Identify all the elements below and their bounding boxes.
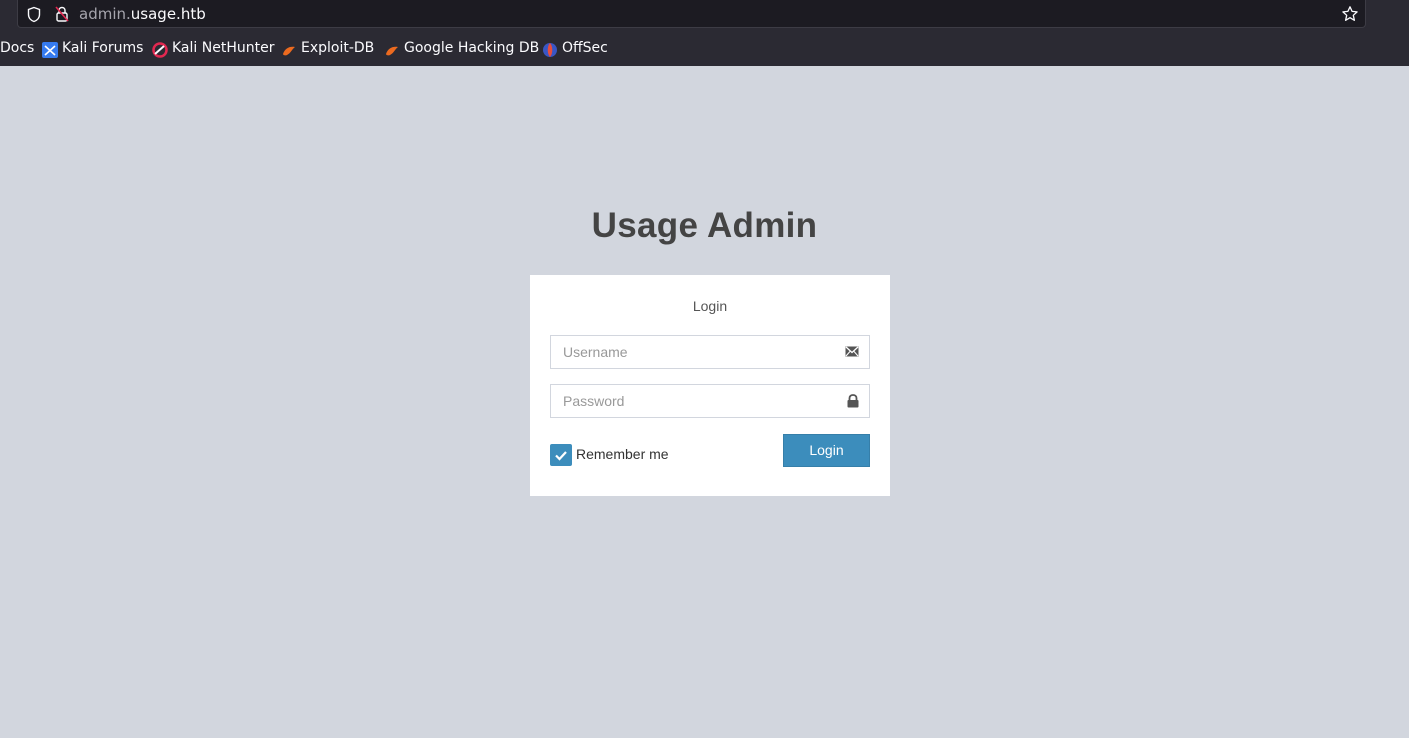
kali-forums-icon	[42, 42, 58, 58]
password-field[interactable]	[550, 384, 870, 418]
checkmark-icon	[555, 451, 567, 461]
bookmark-exploit-db[interactable]: Exploit-DB	[301, 40, 374, 56]
exploit-db-icon	[281, 42, 296, 57]
page-title: Usage Admin	[591, 206, 818, 245]
bookmarks-toolbar: Docs Kali Forums Kali NetHunter Exploit-…	[0, 37, 1409, 61]
url-domain: usage.htb	[130, 5, 206, 23]
bookmark-docs[interactable]: Docs	[0, 40, 34, 56]
password-input[interactable]	[563, 386, 833, 416]
remember-me-label[interactable]: Remember me	[576, 446, 669, 462]
bookmark-google-hacking-db[interactable]: Google Hacking DB	[404, 40, 539, 56]
lock-icon	[847, 394, 859, 413]
login-box: Login Username Remember me Login	[530, 275, 890, 496]
bookmark-star-icon[interactable]	[1341, 5, 1359, 28]
url-subdomain: admin.	[79, 5, 131, 23]
tracking-protection-shield-icon[interactable]	[26, 6, 42, 28]
address-bar[interactable]: admin.usage.htb	[17, 0, 1366, 28]
envelope-icon	[845, 345, 859, 363]
login-box-message: Login	[692, 298, 728, 314]
username-field[interactable]	[550, 335, 870, 369]
bookmark-kali-forums[interactable]: Kali Forums	[62, 40, 143, 56]
page-content: Usage Admin Login Username Remember me L…	[0, 66, 1409, 738]
google-hacking-db-icon	[384, 42, 399, 57]
kali-nethunter-icon	[152, 42, 168, 58]
bookmark-kali-nethunter[interactable]: Kali NetHunter	[172, 40, 274, 56]
login-button[interactable]: Login	[783, 434, 870, 467]
remember-me-checkbox[interactable]	[550, 444, 572, 466]
offsec-icon	[542, 42, 557, 57]
url-text[interactable]: admin.usage.htb	[79, 5, 206, 23]
username-input[interactable]	[563, 337, 833, 367]
insecure-lock-icon[interactable]	[54, 5, 70, 28]
bookmark-offsec[interactable]: OffSec	[562, 40, 608, 56]
browser-toolbar: admin.usage.htb Docs Kali Forums Kali Ne…	[0, 0, 1409, 66]
